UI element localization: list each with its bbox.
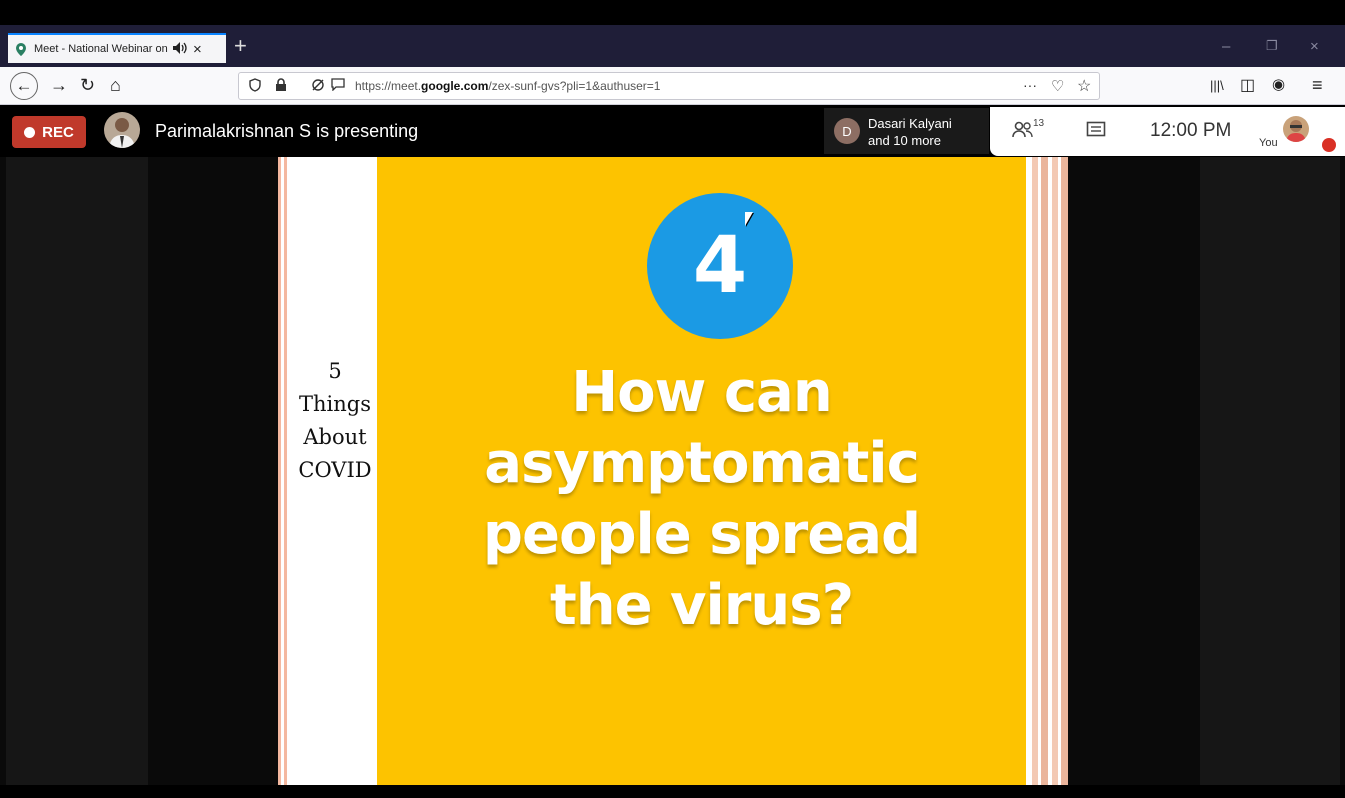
chat-icon[interactable] [1086, 121, 1106, 144]
self-label: You [1259, 137, 1278, 149]
rec-label: REC [42, 123, 74, 141]
permissions-icon[interactable] [311, 78, 325, 95]
meeting-clock: 12:00 PM [1150, 120, 1232, 141]
chat-bubble-icon[interactable] [331, 78, 345, 94]
participant-more: and 10 more [868, 133, 941, 148]
people-count: 13 [1033, 118, 1045, 129]
self-avatar [1283, 116, 1309, 142]
question-line: How can [571, 360, 832, 425]
bottom-border [0, 785, 1345, 798]
slide-side-title: 5 Things About COVID [285, 355, 385, 487]
tab-close-icon[interactable]: × [193, 41, 202, 58]
url-text: https://meet.google.com/zex-sunf-gvs?pli… [355, 79, 661, 93]
url-bar[interactable]: https://meet.google.com/zex-sunf-gvs?pli… [238, 72, 1100, 100]
back-button[interactable]: ← [10, 72, 38, 100]
participant-avatar: D [834, 118, 860, 144]
account-icon[interactable]: ◉ [1272, 75, 1285, 93]
meet-favicon-icon [14, 42, 27, 56]
minimize-button[interactable]: – [1222, 38, 1230, 55]
presenting-status: Parimalakrishnan S is presenting [155, 121, 419, 141]
shield-icon[interactable] [249, 78, 261, 95]
sidebar-icon[interactable]: ◫ [1240, 75, 1255, 95]
question-line: people spread [482, 502, 921, 567]
slide-question: How can asymptomatic people spread the v… [377, 357, 1026, 641]
shared-slide: 5 Things About COVID 4 How can asymptoma… [278, 157, 1068, 785]
participant-summary: Dasari Kalyani and 10 more [868, 115, 952, 149]
browser-tab[interactable]: Meet - National Webinar on × [8, 33, 226, 63]
bookmark-star-icon[interactable]: ☆ [1077, 76, 1091, 96]
question-line: asymptomatic [484, 431, 920, 496]
side-line: COVID [298, 458, 372, 482]
presenter-avatar [104, 112, 140, 148]
side-line: About [303, 425, 367, 449]
record-dot-icon [24, 126, 36, 138]
more-actions-icon[interactable]: ··· [1023, 77, 1037, 93]
library-icon[interactable]: |||\ [1210, 78, 1224, 93]
speaker-icon[interactable] [173, 41, 187, 57]
participant-name: Dasari Kalyani [868, 116, 952, 131]
left-tile [6, 157, 148, 785]
window-close-button[interactable]: × [1310, 38, 1319, 55]
lock-icon[interactable] [275, 78, 287, 95]
mic-off-icon [1322, 138, 1336, 152]
side-line: 5 [328, 359, 342, 383]
forward-button[interactable]: → [50, 75, 68, 96]
top-border [0, 0, 1345, 25]
menu-icon[interactable]: ≡ [1312, 75, 1323, 96]
pocket-icon[interactable]: ♡ [1051, 77, 1064, 95]
question-line: the virus? [549, 573, 854, 638]
mouse-cursor-icon [745, 212, 753, 226]
browser-nav-bar: ← → ↻ ⌂ https://meet.google.com/zex-sunf… [0, 67, 1345, 105]
reload-button[interactable]: ↻ [80, 75, 95, 96]
right-tile [1200, 157, 1340, 785]
people-icon[interactable] [1012, 120, 1034, 143]
slide-right-stripe [1028, 157, 1068, 785]
side-line: Things [299, 392, 371, 416]
slide-number-badge: 4 [647, 193, 793, 339]
home-button[interactable]: ⌂ [110, 75, 121, 96]
tab-title: Meet - National Webinar on [34, 43, 168, 55]
new-tab-button[interactable]: + [234, 33, 247, 59]
recording-badge: REC [12, 116, 86, 148]
restore-button[interactable]: ❐ [1266, 38, 1278, 54]
